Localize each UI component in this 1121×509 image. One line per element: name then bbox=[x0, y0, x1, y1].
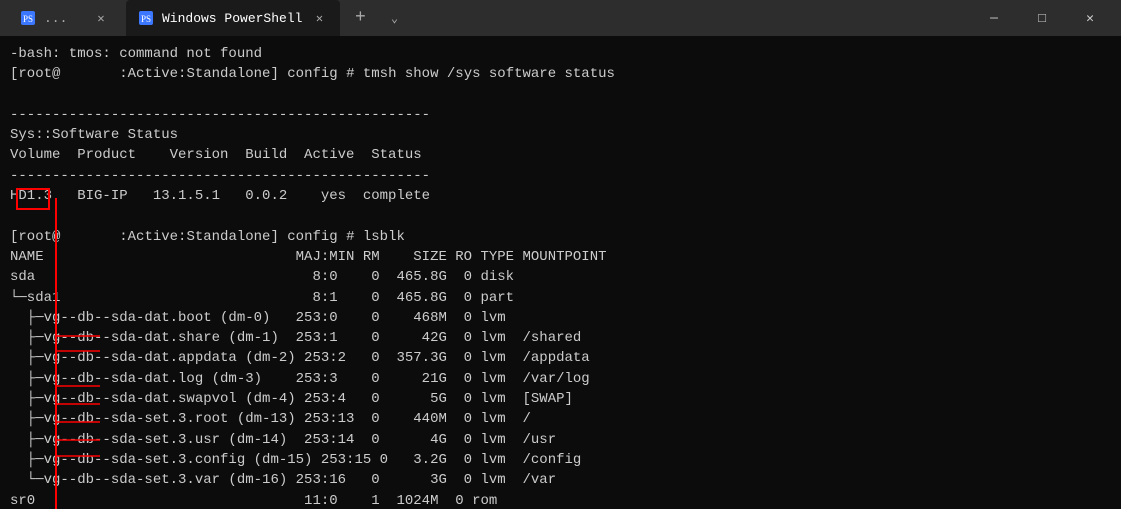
line-13: └─sda1 8:1 0 465.8G 0 part bbox=[10, 288, 1111, 308]
line-14: ├─vg--db--sda-dat.boot (dm-0) 253:0 0 46… bbox=[10, 308, 1111, 328]
line-11: NAME MAJ:MIN RM SIZE RO TYPE MOUNTPOINT bbox=[10, 247, 1111, 267]
line-16: ├─vg--db--sda-dat.appdata (dm-2) 253:2 0… bbox=[10, 348, 1111, 368]
line-21: ├─vg--db--sda-set.3.config (dm-15) 253:1… bbox=[10, 450, 1111, 470]
maximize-button[interactable]: □ bbox=[1019, 0, 1065, 36]
window-controls: ─ □ ✕ bbox=[971, 0, 1113, 36]
line-22: └─vg--db--sda-set.3.var (dm-16) 253:16 0… bbox=[10, 470, 1111, 490]
line-1: -bash: tmos: command not found bbox=[10, 44, 1111, 64]
minimize-button[interactable]: ─ bbox=[971, 0, 1017, 36]
tab-dropdown-button[interactable]: ⌄ bbox=[380, 4, 408, 32]
svg-text:PS: PS bbox=[141, 14, 151, 24]
titlebar: PS ... ✕ PS Windows PowerShell ✕ + ⌄ bbox=[0, 0, 1121, 36]
line-7: ----------------------------------------… bbox=[10, 166, 1111, 186]
line-3 bbox=[10, 85, 1111, 105]
line-6: Volume Product Version Build Active Stat… bbox=[10, 145, 1111, 165]
line-5: Sys::Software Status bbox=[10, 125, 1111, 145]
tab2-label: Windows PowerShell bbox=[162, 11, 302, 26]
line-9 bbox=[10, 206, 1111, 226]
line-23: sr0 11:0 1 1024M 0 rom bbox=[10, 491, 1111, 509]
tab1-close[interactable]: ✕ bbox=[92, 9, 110, 27]
close-button[interactable]: ✕ bbox=[1067, 0, 1113, 36]
tab2-icon: PS bbox=[138, 10, 154, 26]
line-10: [root@ :Active:Standalone] config # lsbl… bbox=[10, 227, 1111, 247]
terminal-content[interactable]: -bash: tmos: command not found [root@ :A… bbox=[0, 36, 1121, 509]
tab-2[interactable]: PS Windows PowerShell ✕ bbox=[126, 0, 340, 36]
line-8: HD1.3 BIG-IP 13.1.5.1 0.0.2 yes complete bbox=[10, 186, 1111, 206]
line-17: ├─vg--db--sda-dat.log (dm-3) 253:3 0 21G… bbox=[10, 369, 1111, 389]
line-4: ----------------------------------------… bbox=[10, 105, 1111, 125]
svg-text:PS: PS bbox=[23, 14, 33, 24]
line-18: ├─vg--db--sda-dat.swapvol (dm-4) 253:4 0… bbox=[10, 389, 1111, 409]
tab2-close[interactable]: ✕ bbox=[310, 9, 328, 27]
line-19: ├─vg--db--sda-set.3.root (dm-13) 253:13 … bbox=[10, 409, 1111, 429]
line-20: ├─vg--db--sda-set.3.usr (dm-14) 253:14 0… bbox=[10, 430, 1111, 450]
new-tab-button[interactable]: + bbox=[344, 2, 376, 34]
line-12: sda 8:0 0 465.8G 0 disk bbox=[10, 267, 1111, 287]
app-window: PS ... ✕ PS Windows PowerShell ✕ + ⌄ bbox=[0, 0, 1121, 509]
tab-1[interactable]: PS ... ✕ bbox=[8, 0, 122, 36]
line-2: [root@ :Active:Standalone] config # tmsh… bbox=[10, 64, 1111, 84]
line-15: ├─vg--db--sda-dat.share (dm-1) 253:1 0 4… bbox=[10, 328, 1111, 348]
tab1-icon: PS bbox=[20, 10, 36, 26]
tab1-label: ... bbox=[44, 11, 84, 26]
